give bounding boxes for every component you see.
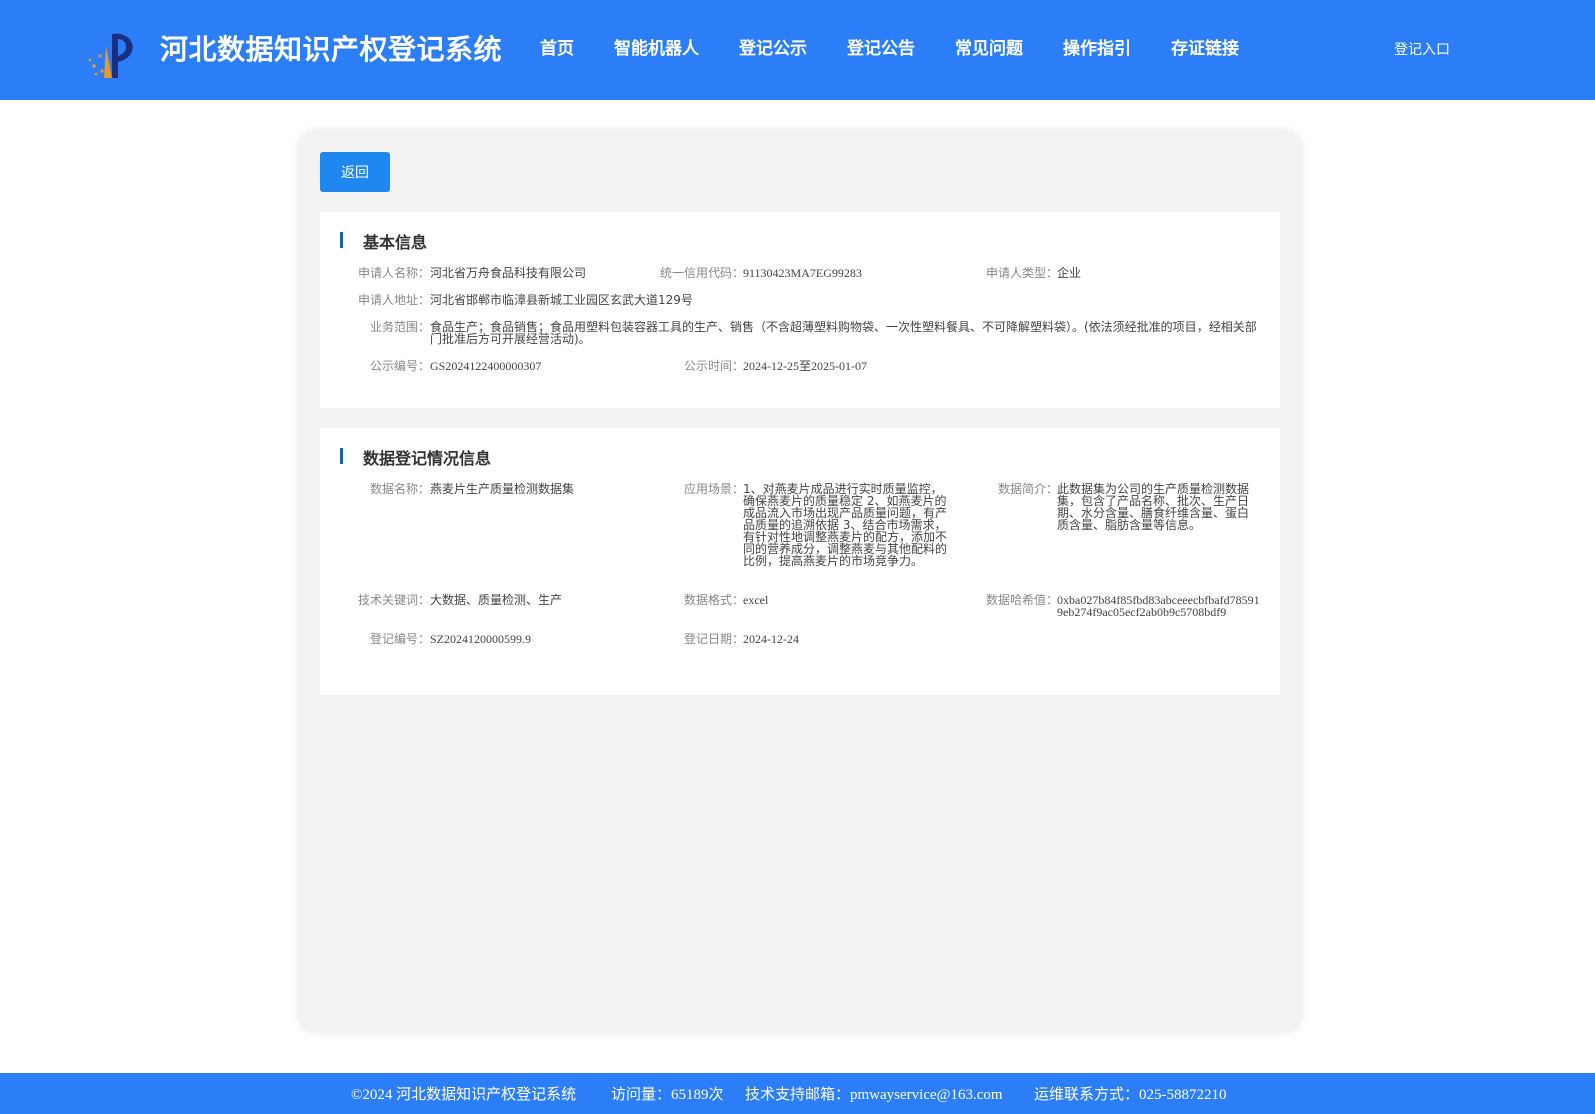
format-label: 数据格式： [683,593,744,607]
applicant-name-value: 河北省万舟食品科技有限公司 [430,266,587,280]
reg-date-value: 2024-12-24 [743,632,799,646]
top-header: 河北数据知识产权登记系统 首页 智能机器人 登记公示 登记公告 常见问题 操作指… [0,0,1595,100]
applicant-type-value: 企业 [1057,266,1082,280]
scenario-value: 1、对燕麦片成品进行实时质量监控，确保燕麦片的质量稳定 2、如燕麦片的成品流入市… [743,482,948,568]
keywords-label: 技术关键词： [357,593,430,607]
nav-guide[interactable]: 操作指引 [1063,34,1131,59]
login-link[interactable]: 登记入口 [1394,39,1450,59]
nav-home[interactable]: 首页 [540,34,574,59]
site-title: 河北数据知识产权登记系统 [160,33,503,66]
notice-no-label: 公示编号： [369,359,430,373]
section-marker [340,448,343,464]
nav-evidence-link[interactable]: 存证链接 [1171,34,1239,59]
credit-code-label: 统一信用代码： [659,266,744,280]
nav-robot[interactable]: 智能机器人 [614,34,699,59]
reg-date-label: 登记日期： [683,632,744,646]
nav-faq[interactable]: 常见问题 [955,34,1023,59]
intro-label: 数据简介： [997,482,1058,496]
address-value: 河北省邯郸市临漳县新城工业园区玄武大道129号 [430,293,693,307]
address-label: 申请人地址： [357,293,430,307]
registration-title: 数据登记情况信息 [363,449,492,468]
logo-icon [88,33,133,78]
format-value: excel [743,593,769,607]
applicant-type-label: 申请人类型： [985,266,1058,280]
basic-info-card: 基本信息 申请人名称： 河北省万舟食品科技有限公司 统一信用代码： 911304… [320,212,1280,408]
hash-value: 0xba027b84f85fbd83abceeecbfbafd785919eb2… [1057,593,1260,619]
scope-value: 食品生产；食品销售；食品用塑料包装容器工具的生产、销售（不含超薄塑料购物袋、一次… [430,320,1257,346]
nav-publicity[interactable]: 登记公示 [739,34,807,59]
reg-no-label: 登记编号： [369,632,430,646]
applicant-name-label: 申请人名称： [357,266,430,280]
keywords-value: 大数据、质量检测、生产 [430,593,563,607]
footer-copyright: ©2024 河北数据知识产权登记系统 [351,1087,577,1103]
basic-info-title: 基本信息 [363,233,428,252]
footer-visits: 访问量：65189次 [611,1087,724,1103]
site-footer: ©2024 河北数据知识产权登记系统 访问量：65189次 技术支持邮箱：pmw… [0,1073,1595,1114]
hash-label: 数据哈希值： [985,593,1058,607]
footer-ops-contact: 运维联系方式：025-58872210 [1034,1087,1227,1103]
scope-label: 业务范围： [369,320,430,334]
footer-email[interactable]: 技术支持邮箱：pmwayservice@163.com [745,1083,1003,1104]
back-button[interactable]: 返回 [320,152,390,192]
intro-value: 此数据集为公司的生产质量检测数据集，包含了产品名称、批次、生产日期、水分含量、膳… [1057,482,1250,532]
section-marker [340,232,343,248]
notice-no-value: GS2024122400000307 [430,359,542,373]
detail-panel: 返回 基本信息 申请人名称： 河北省万舟食品科技有限公司 统一信用代码： 911… [300,132,1300,1031]
nav-announcement[interactable]: 登记公告 [847,34,915,59]
notice-time-value: 2024-12-25至2025-01-07 [743,359,867,373]
registration-card: 数据登记情况信息 数据名称： 燕麦片生产质量检测数据集 应用场景： 1、对燕麦片… [320,428,1280,695]
notice-time-label: 公示时间： [683,359,744,373]
scenario-label: 应用场景： [683,482,744,496]
reg-no-value: SZ2024120000599.9 [430,632,532,646]
data-name-label: 数据名称： [369,482,430,496]
credit-code-value: 91130423MA7EG99283 [743,266,862,280]
data-name-value: 燕麦片生产质量检测数据集 [430,482,575,496]
